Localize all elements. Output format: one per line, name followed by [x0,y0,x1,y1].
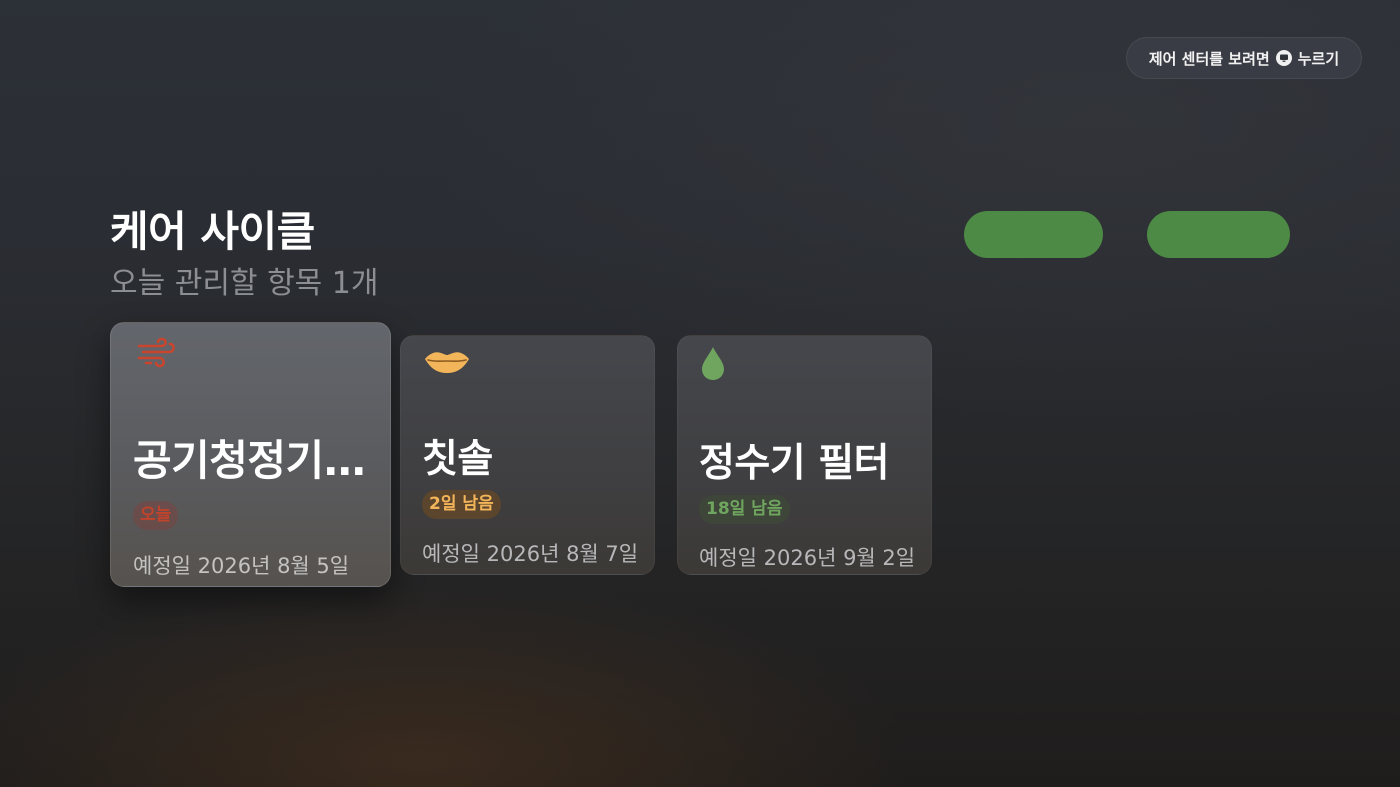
control-center-hint-prefix: 제어 센터를 보려면 [1148,49,1270,68]
action-button-1[interactable] [964,211,1103,258]
page-subtitle: 오늘 관리할 항목 1개 [110,266,379,301]
due-date: 예정일 2026년 8월 7일 [422,542,639,566]
wind-icon [137,337,175,368]
page-title: 케어 사이클 [110,207,315,256]
care-card-water-filter[interactable]: 정수기 필터 18일 남음 예정일 2026년 9월 2일 [677,335,932,575]
control-center-hint: 제어 센터를 보려면 누르기 [1126,37,1362,79]
remaining-badge: 2일 남음 [422,490,501,519]
remaining-badge: 18일 남음 [699,495,790,524]
action-button-2[interactable] [1147,211,1290,258]
card-title: 칫솔 [422,437,493,482]
care-card-toothbrush[interactable]: 칫솔 2일 남음 예정일 2026년 8월 7일 [400,335,655,575]
tv-remote-button-icon [1275,50,1292,66]
due-date: 예정일 2026년 8월 5일 [133,554,350,578]
due-badge: 오늘 [133,501,179,530]
water-drop-icon [702,347,724,380]
mouth-icon [425,352,469,373]
card-title: 정수기 필터 [699,441,889,486]
due-date: 예정일 2026년 9월 2일 [699,546,916,570]
care-card-air-purifier[interactable]: 공기청정기 필터 오늘 예정일 2026년 8월 5일 [110,322,391,587]
control-center-hint-suffix: 누르기 [1297,49,1340,68]
card-title: 공기청정기 필터 [133,436,371,485]
